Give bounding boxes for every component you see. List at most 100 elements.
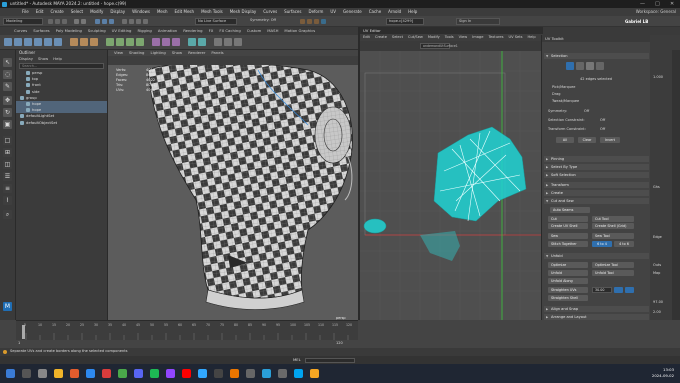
sew-tool-button[interactable]: Sew Tool xyxy=(592,233,634,239)
snap-point-icon[interactable] xyxy=(136,19,141,24)
bevel-icon[interactable] xyxy=(116,38,124,46)
ipr-render-icon[interactable] xyxy=(307,19,312,24)
shelf-tab-motion-graphics[interactable]: Motion Graphics xyxy=(284,27,315,35)
snap-view-icon[interactable] xyxy=(143,19,148,24)
uv-set-field[interactable]: ondemandUtSurface1 xyxy=(420,43,458,49)
firefox-icon[interactable] xyxy=(70,369,79,378)
unfold-along-button[interactable]: Unfold Along xyxy=(548,278,588,284)
menu-deform[interactable]: Deform xyxy=(308,8,323,16)
auto-seams-button[interactable]: Auto Seams xyxy=(550,207,590,213)
maya-taskbar-icon[interactable] xyxy=(262,369,271,378)
poly-cylinder-icon[interactable] xyxy=(24,38,32,46)
cut-tool-button[interactable]: Cut Tool xyxy=(592,216,634,222)
section-select-by-type[interactable]: Select By Type xyxy=(544,164,649,170)
multi-cut-icon[interactable] xyxy=(152,38,160,46)
blender-icon[interactable] xyxy=(230,369,239,378)
menu-display[interactable]: Display xyxy=(110,8,125,16)
system-clock[interactable]: 13:03 2024-09-02 xyxy=(652,367,674,379)
face-mode-icon[interactable] xyxy=(586,62,594,70)
save-scene-icon[interactable] xyxy=(62,19,67,24)
create-shell-grid-button[interactable]: Create Shell (Grid) xyxy=(592,223,634,229)
rotate-tool-icon[interactable]: ↻ xyxy=(3,108,12,117)
menu-help[interactable]: Help xyxy=(408,8,417,16)
paint-select-icon[interactable]: ✎ xyxy=(3,82,12,91)
mel-input[interactable] xyxy=(305,357,355,363)
edge-icon[interactable] xyxy=(86,369,95,378)
optimize-tool-button[interactable]: Optimize Tool xyxy=(592,262,634,268)
channel-value-3[interactable]: Edge xyxy=(653,235,662,239)
section-arrange-and-layout[interactable]: Arrange and Layout xyxy=(544,314,649,320)
combine-icon[interactable] xyxy=(70,38,78,46)
channel-value-2[interactable]: Ghs xyxy=(653,185,660,189)
uv-menu-image[interactable]: Image xyxy=(472,34,483,41)
mel-label[interactable]: MEL xyxy=(293,356,301,364)
range-start[interactable]: 1 xyxy=(18,341,20,345)
new-scene-icon[interactable] xyxy=(48,19,53,24)
poly-cube-icon[interactable] xyxy=(14,38,22,46)
clear-selection-button[interactable]: Clear xyxy=(578,137,596,143)
outliner-row[interactable]: defaultObjectSet xyxy=(16,120,107,126)
symmetry-value[interactable]: Off xyxy=(584,109,589,113)
app-icon-6[interactable] xyxy=(278,369,287,378)
shelf-tab-sculpting[interactable]: Sculpting xyxy=(88,27,106,35)
menu-surfaces[interactable]: Surfaces xyxy=(284,8,301,16)
menuset-dropdown[interactable]: Modeling xyxy=(3,18,43,25)
outliner-search-input[interactable]: Search... xyxy=(19,63,104,69)
maya-m-logo-icon[interactable]: M xyxy=(3,302,12,311)
menu-uv[interactable]: UV xyxy=(330,8,336,16)
shelf-tab-curves[interactable]: Curves xyxy=(14,27,27,35)
menu-arnold[interactable]: Arnold xyxy=(388,8,401,16)
app-icon-3[interactable] xyxy=(166,369,175,378)
channel-value-5[interactable]: Map xyxy=(653,271,660,275)
poly-cone-icon[interactable] xyxy=(34,38,42,46)
steam-icon[interactable] xyxy=(214,369,223,378)
layout-stack-icon[interactable]: ☰ xyxy=(3,172,12,181)
range-end[interactable]: 120 xyxy=(336,341,343,345)
straighten-v-toggle[interactable] xyxy=(625,287,634,293)
uv-menu-select[interactable]: Select xyxy=(392,34,403,41)
layout-four-icon[interactable]: ⊞ xyxy=(3,148,12,157)
menu-mesh-display[interactable]: Mesh Display xyxy=(230,8,257,16)
straighten-angle-field[interactable]: 30.00 xyxy=(592,287,612,293)
section-align-and-snap[interactable]: Align and Snap xyxy=(544,306,649,312)
shell-mode-icon[interactable] xyxy=(596,62,604,70)
scale-tool-icon[interactable]: ▣ xyxy=(3,120,12,129)
menu-windows[interactable]: Windows xyxy=(132,8,150,16)
section-cut-and-sew[interactable]: Cut and Sew xyxy=(544,198,649,204)
search-icon[interactable] xyxy=(22,369,31,378)
shelf-tab-rendering[interactable]: Rendering xyxy=(183,27,202,35)
render-settings-icon[interactable] xyxy=(314,19,319,24)
shelf-tab-custom[interactable]: Custom xyxy=(247,27,262,35)
outliner-menu-help[interactable]: Help xyxy=(53,56,62,62)
app-icon-1[interactable] xyxy=(102,369,111,378)
redo-icon[interactable] xyxy=(81,19,86,24)
fill-hole-icon[interactable] xyxy=(136,38,144,46)
layout-outliner-icon[interactable]: ≡ xyxy=(3,184,12,193)
time-slider[interactable]: 5 10 15 20 25 30 35 40 45 50 55 60 65 70 75 80 85 90 95 100… xyxy=(16,320,358,341)
unfold-button[interactable]: Unfold xyxy=(548,270,588,276)
symmetry-field[interactable]: Symmetry: Off xyxy=(248,18,290,25)
selection-constraint-value[interactable]: Off xyxy=(600,118,605,122)
poly-sphere-icon[interactable] xyxy=(4,38,12,46)
uv-menu-view[interactable]: View xyxy=(459,34,468,41)
outliner-menu-show[interactable]: Show xyxy=(38,56,48,62)
command-line[interactable]: MEL xyxy=(0,356,680,364)
cut-button[interactable]: Cut xyxy=(548,216,588,222)
discord-icon[interactable] xyxy=(134,369,143,378)
edge-mode-icon[interactable] xyxy=(576,62,584,70)
uv-menu-help[interactable]: Help xyxy=(527,34,535,41)
uv-menu-uv-sets[interactable]: UV Sets xyxy=(508,34,522,41)
shelf-tab-uv-editing[interactable]: UV Editing xyxy=(112,27,132,35)
transform-constraint-value[interactable]: Off xyxy=(600,127,605,131)
shelf-tab-rigging[interactable]: Rigging xyxy=(137,27,151,35)
hypershade-icon[interactable] xyxy=(321,19,326,24)
sew-button[interactable]: Sew xyxy=(548,233,588,239)
shelf-tab-animation[interactable]: Animation xyxy=(158,27,177,35)
shelf-tab-fx-caching[interactable]: FX Caching xyxy=(219,27,240,35)
section-transform[interactable]: Transform xyxy=(544,182,649,188)
select-component-icon[interactable] xyxy=(109,19,114,24)
outliner-menu-display[interactable]: Display xyxy=(19,56,33,62)
minimize-button[interactable]: — xyxy=(640,0,645,8)
straighten-uvs-button[interactable]: Straighten UVs xyxy=(548,287,588,293)
snap-curve-icon[interactable] xyxy=(129,19,134,24)
